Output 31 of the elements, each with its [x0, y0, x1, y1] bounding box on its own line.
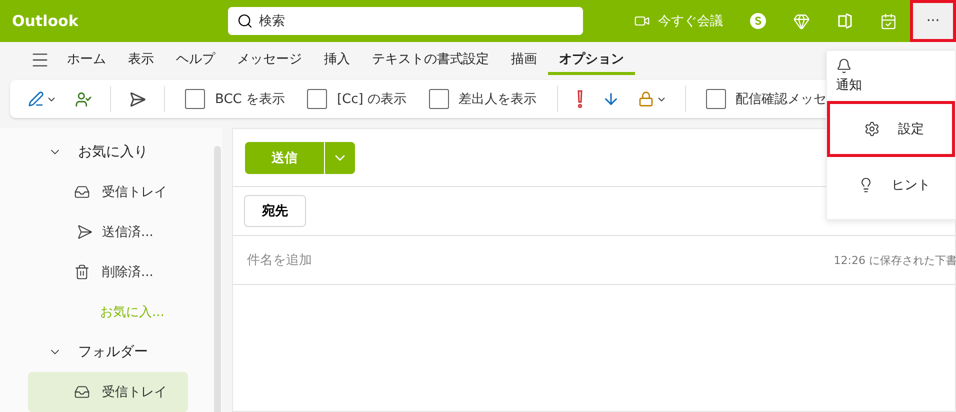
- ribbon-checkbox[interactable]: [Cc] の表示: [298, 89, 414, 110]
- folder-label: 受信トレイ: [102, 384, 167, 401]
- ribbon-tab[interactable]: 表示: [117, 45, 165, 76]
- menu-item[interactable]: ヒント: [827, 157, 955, 213]
- ribbon-tab[interactable]: ホーム: [56, 45, 117, 76]
- more-button[interactable]: ···: [910, 0, 956, 42]
- ribbon-tab[interactable]: メッセージ: [226, 45, 313, 76]
- folder-label: 削除済...: [102, 264, 154, 281]
- folder-label: 送信済...: [102, 224, 154, 241]
- menu-item[interactable]: 設定: [827, 101, 955, 157]
- folder-item[interactable]: 受信トレイ: [28, 372, 188, 412]
- menu-item[interactable]: 通知: [827, 51, 955, 101]
- folder-group[interactable]: お気に入り: [28, 132, 214, 172]
- ribbon-tab[interactable]: ヘルプ: [165, 45, 226, 76]
- app-title: Outlook: [12, 12, 80, 30]
- folder-group[interactable]: フォルダー: [28, 332, 214, 372]
- folder-label: 受信トレイ: [102, 184, 167, 201]
- ribbon-tab[interactable]: 描画: [500, 45, 548, 76]
- ribbon-tab[interactable]: テキストの書式設定: [361, 45, 500, 76]
- group-label: フォルダー: [78, 343, 148, 361]
- ribbon-tab[interactable]: オプション: [548, 45, 635, 76]
- ribbon-checkbox[interactable]: BCC を表示: [177, 89, 293, 110]
- folder-item[interactable]: 削除済...: [28, 252, 188, 292]
- to-button[interactable]: 宛先: [244, 195, 306, 227]
- folder-item[interactable]: 受信トレイ: [28, 172, 188, 212]
- group-label: お気に入り: [78, 143, 148, 161]
- ribbon-checkbox[interactable]: 差出人を表示: [420, 89, 544, 110]
- search-field[interactable]: 検索: [228, 7, 583, 35]
- ribbon-tab[interactable]: 挿入: [313, 45, 361, 76]
- folder-label: お気に入...: [100, 304, 164, 321]
- folder-item[interactable]: 送信済...: [28, 212, 188, 252]
